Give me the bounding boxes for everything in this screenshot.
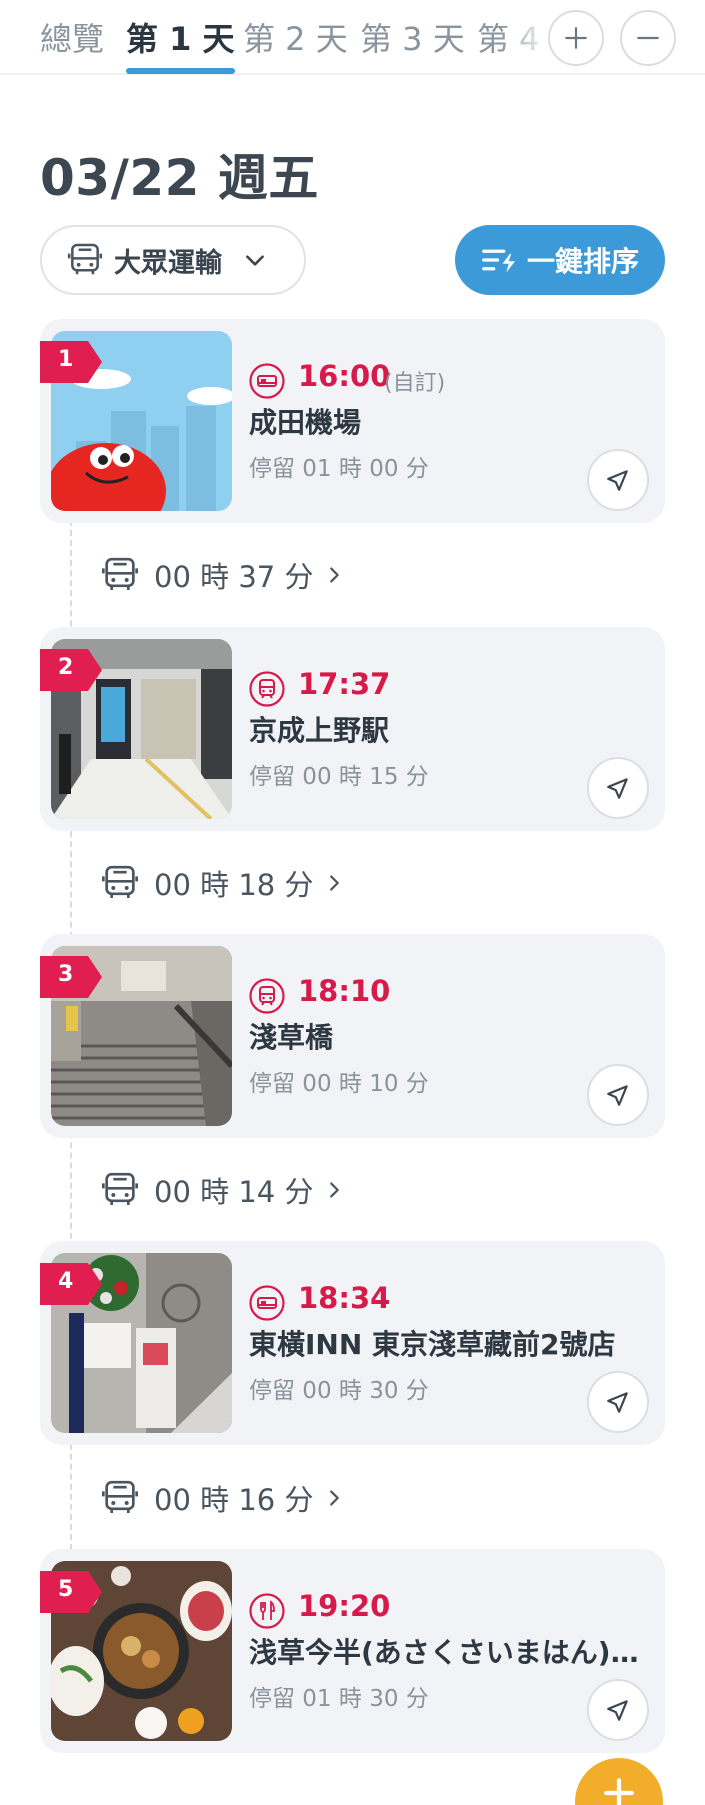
- stop-card[interactable]: 4 18:34 東橫INN 東京淺草藏前2號店 停留 00 時 30 分: [40, 1241, 665, 1445]
- navigate-button[interactable]: [587, 1679, 649, 1741]
- tab-day-2[interactable]: 第 2 天: [243, 14, 348, 72]
- navigate-button[interactable]: [587, 757, 649, 819]
- transit-duration: 00 時 37 分: [154, 560, 314, 594]
- stay-duration: 停留 01 時 30 分: [249, 1686, 429, 1712]
- tab-day-3[interactable]: 第 3 天: [360, 14, 465, 72]
- plus-icon: [565, 27, 587, 49]
- arrival-time: 19:20: [298, 1589, 391, 1623]
- stay-duration: 停留 00 時 10 分: [249, 1071, 429, 1097]
- auto-sort-label: 一鍵排序: [527, 245, 640, 278]
- arrival-time: 18:10: [298, 974, 391, 1008]
- train-icon: [249, 671, 285, 707]
- transit-duration: 00 時 18 分: [154, 868, 314, 902]
- tab-overflow-fade: [500, 0, 550, 73]
- custom-time-note: (自訂): [384, 371, 446, 396]
- stay-duration: 停留 00 時 30 分: [249, 1378, 429, 1404]
- place-name: 成田機場: [249, 406, 362, 439]
- auto-sort-button[interactable]: 一鍵排序: [455, 225, 665, 295]
- stay-duration: 停留 01 時 00 分: [249, 456, 429, 482]
- stop-card[interactable]: 2 17:37 京成上野駅 停留 00 時 15 分: [40, 627, 665, 831]
- navigate-button[interactable]: [587, 1371, 649, 1433]
- place-name: 浅草今半(あさくさいまはん)…: [249, 1636, 639, 1669]
- transit-segment[interactable]: 00 時 18 分: [100, 860, 345, 906]
- stop-card[interactable]: 3 18:10 淺草橋 停留 00 時 10 分: [40, 934, 665, 1138]
- transit-duration: 00 時 16 分: [154, 1483, 314, 1517]
- tab-day-1[interactable]: 第 1 天: [126, 14, 235, 74]
- stop-index-flag: 1: [40, 341, 102, 383]
- bus-icon: [102, 557, 138, 590]
- train-icon: [249, 978, 285, 1014]
- navigation-arrow-icon: [607, 778, 628, 799]
- stop-index-flag: 4: [40, 1263, 102, 1305]
- stop-index-flag: 5: [40, 1571, 102, 1613]
- add-day-button[interactable]: [548, 10, 604, 66]
- stop-index-flag: 2: [40, 649, 102, 691]
- day-tab-bar: 總覽 第 1 天 第 2 天 第 3 天 第 4 天: [0, 0, 705, 75]
- hotel-bed-icon: [249, 1285, 285, 1321]
- navigation-arrow-icon: [607, 470, 628, 491]
- transit-segment[interactable]: 00 時 37 分: [100, 552, 345, 598]
- navigation-arrow-icon: [607, 1392, 628, 1413]
- tab-overview[interactable]: 總覽: [40, 14, 104, 72]
- stop-index-flag: 3: [40, 956, 102, 998]
- stay-duration: 停留 00 時 15 分: [249, 764, 429, 790]
- bus-icon: [102, 1172, 138, 1205]
- chevron-right-icon: [330, 1490, 340, 1506]
- stop-card[interactable]: 5 19:20 浅草今半(あさくさいまはん)… 停留 01 時 30 分: [40, 1549, 665, 1753]
- floating-add-button[interactable]: [575, 1758, 663, 1805]
- sort-lightning-icon: [482, 249, 515, 273]
- chevron-right-icon: [330, 875, 340, 891]
- stop-card[interactable]: 1 16:00 (自訂) 成田機場 停留 01 時 00 分: [40, 319, 665, 523]
- transit-segment[interactable]: 00 時 14 分: [100, 1167, 345, 1213]
- chevron-right-icon: [330, 1182, 340, 1198]
- navigation-arrow-icon: [607, 1085, 628, 1106]
- navigate-button[interactable]: [587, 449, 649, 511]
- bus-icon: [67, 243, 103, 275]
- remove-day-button[interactable]: [620, 10, 676, 66]
- bus-icon: [102, 865, 138, 898]
- transport-mode-label: 大眾運輸: [114, 247, 222, 279]
- navigate-button[interactable]: [587, 1064, 649, 1126]
- navigation-arrow-icon: [607, 1700, 628, 1721]
- arrival-time: 16:00: [298, 359, 391, 393]
- chevron-down-icon: [246, 255, 264, 266]
- transport-mode-select[interactable]: 大眾運輸: [40, 225, 306, 295]
- bus-icon: [102, 1480, 138, 1513]
- day-tabs: 總覽 第 1 天 第 2 天 第 3 天 第 4 天: [40, 0, 540, 75]
- place-name: 淺草橋: [249, 1021, 334, 1054]
- arrival-time: 18:34: [298, 1281, 391, 1315]
- transit-segment[interactable]: 00 時 16 分: [100, 1475, 345, 1521]
- arrival-time: 17:37: [298, 667, 391, 701]
- plus-icon: [604, 1778, 634, 1805]
- restaurant-icon: [249, 1593, 285, 1629]
- minus-icon: [637, 36, 659, 40]
- chevron-right-icon: [330, 567, 340, 583]
- date-title: 03/22 週五: [40, 149, 319, 207]
- place-name: 東橫INN 東京淺草藏前2號店: [249, 1328, 616, 1361]
- place-name: 京成上野駅: [249, 714, 390, 747]
- transit-duration: 00 時 14 分: [154, 1175, 314, 1209]
- hotel-bed-icon: [249, 363, 285, 399]
